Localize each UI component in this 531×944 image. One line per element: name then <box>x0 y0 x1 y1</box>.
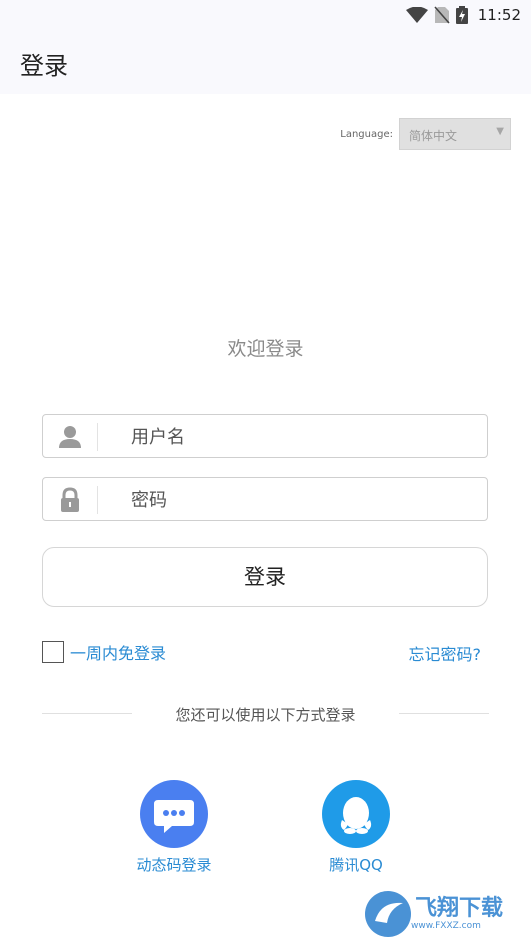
watermark: 飞翔下载 www.FXXZ.com <box>365 888 525 940</box>
remember-checkbox[interactable] <box>42 641 64 663</box>
username-input[interactable] <box>129 421 473 453</box>
password-field[interactable] <box>42 477 488 521</box>
battery-charging-icon <box>455 6 468 24</box>
user-icon <box>59 426 81 448</box>
qq-icon[interactable] <box>322 780 390 848</box>
password-input[interactable] <box>129 484 473 516</box>
status-time: 11:52 <box>477 6 521 24</box>
login-button[interactable]: 登录 <box>42 547 488 607</box>
lock-icon <box>61 487 79 512</box>
welcome-heading: 欢迎登录 <box>227 338 304 360</box>
watermark-text-block: 飞翔下载 www.FXXZ.com <box>411 895 504 932</box>
field-divider <box>97 486 98 514</box>
status-bar: 11:52 <box>0 0 531 30</box>
no-sim-icon <box>434 6 450 24</box>
language-dropdown[interactable]: 简体中文 ▼ <box>399 118 511 150</box>
field-divider <box>97 423 98 451</box>
watermark-logo-icon <box>365 891 411 937</box>
dynamic-code-login[interactable]: 动态码登录 <box>114 780 234 875</box>
remember-me[interactable]: 一周内免登录 <box>42 640 166 664</box>
language-label: Language: <box>340 128 393 140</box>
page-title: 登录 <box>20 52 68 80</box>
app-bar: 登录 <box>0 30 531 94</box>
qq-login-label[interactable]: 腾讯QQ <box>296 854 416 875</box>
other-login-methods-text: 您还可以使用以下方式登录 <box>175 706 356 724</box>
watermark-url: www.FXXZ.com <box>411 920 481 931</box>
remember-label[interactable]: 一周内免登录 <box>70 640 166 664</box>
dropdown-arrow-icon: ▼ <box>496 126 504 137</box>
watermark-title: 飞翔下载 <box>415 895 504 921</box>
wifi-icon <box>405 7 428 23</box>
username-field[interactable] <box>42 414 488 458</box>
qq-login[interactable]: 腾讯QQ <box>296 780 416 875</box>
dynamic-code-login-label[interactable]: 动态码登录 <box>114 854 234 875</box>
language-selected-value: 简体中文 <box>409 129 458 143</box>
status-icons: 11:52 <box>405 5 521 25</box>
language-selector: Language: 简体中文 ▼ <box>340 118 511 150</box>
forgot-password-link[interactable]: 忘记密码? <box>409 641 482 665</box>
chat-icon[interactable] <box>140 780 208 848</box>
divider-right <box>399 713 489 714</box>
